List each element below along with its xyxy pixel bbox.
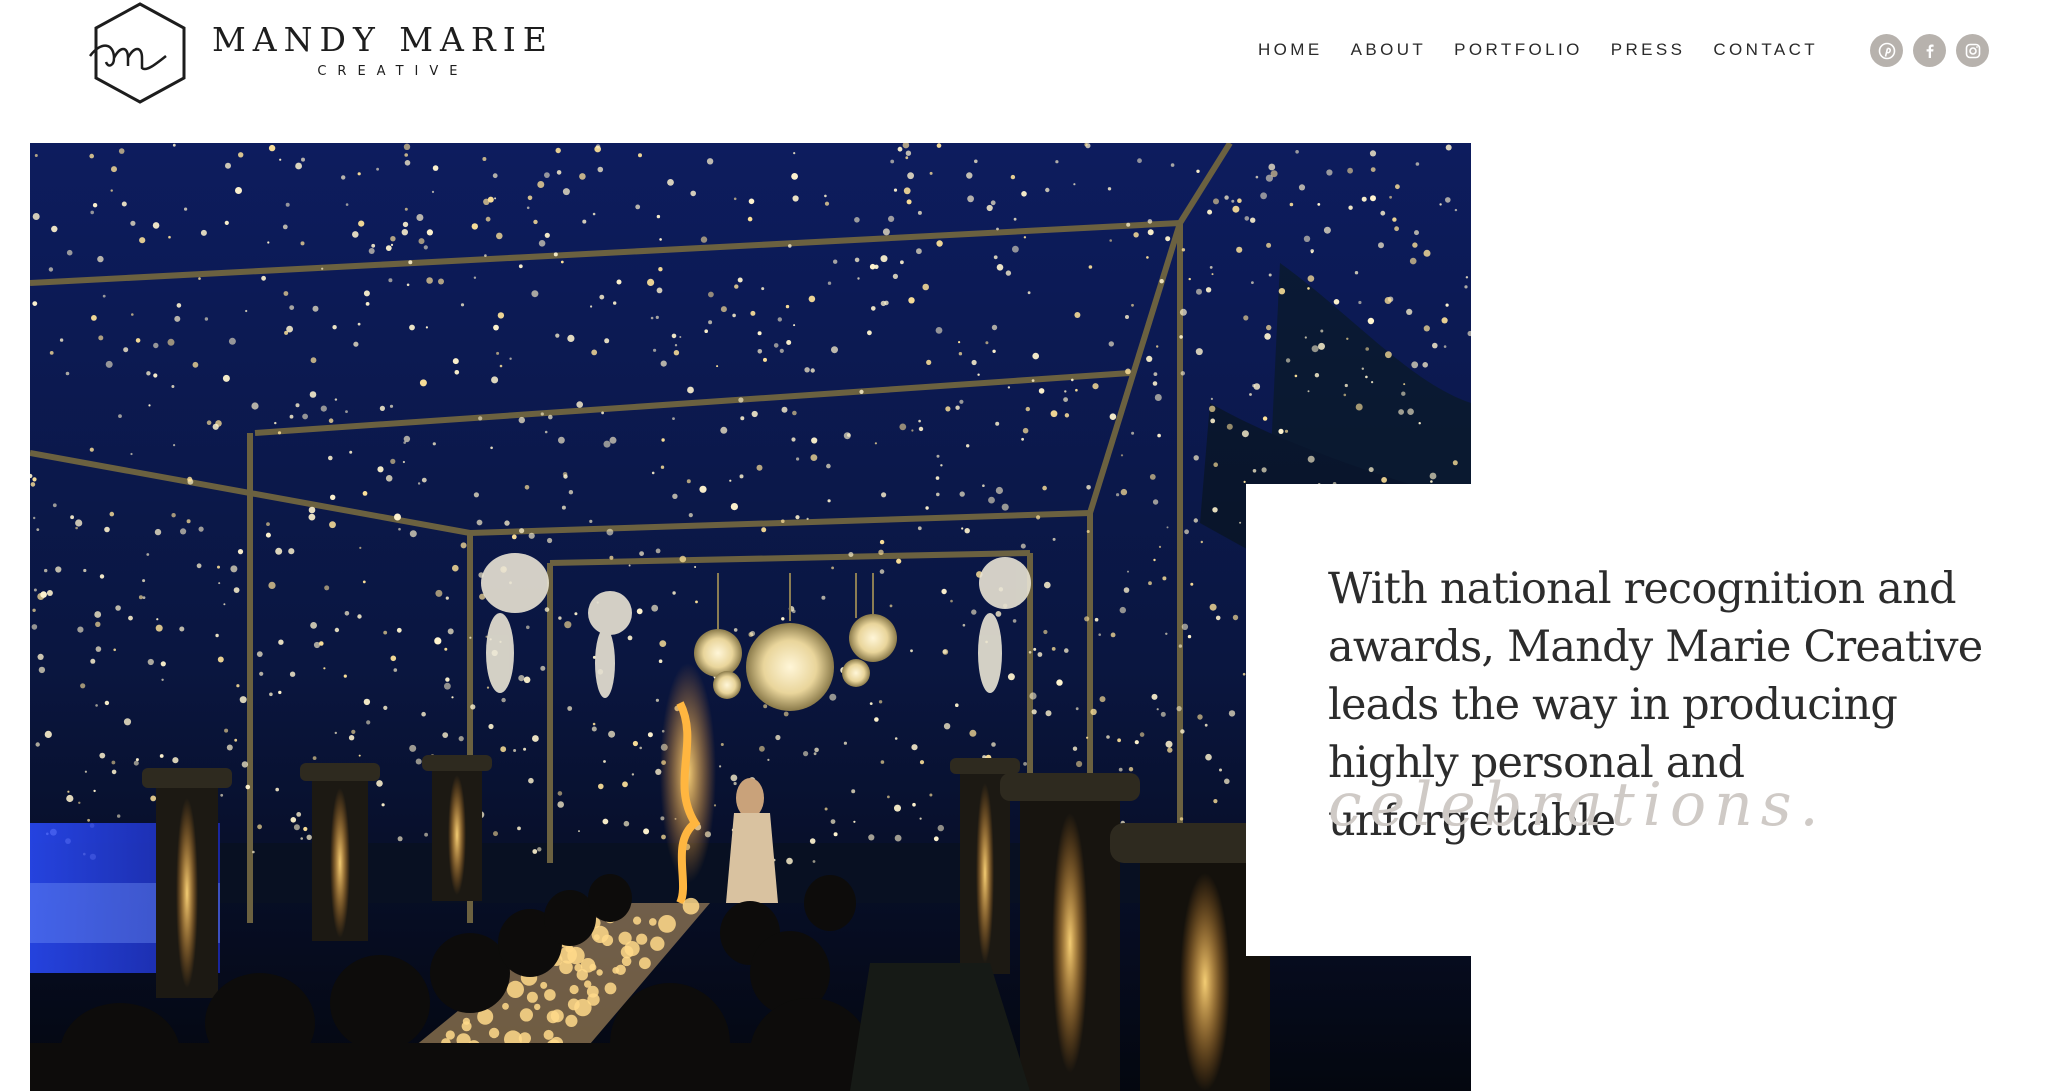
- nav-portfolio[interactable]: PORTFOLIO: [1454, 40, 1583, 60]
- facebook-icon[interactable]: [1913, 34, 1946, 67]
- nav-about[interactable]: ABOUT: [1351, 40, 1427, 60]
- instagram-icon[interactable]: [1956, 34, 1989, 67]
- nav-contact[interactable]: CONTACT: [1713, 40, 1818, 60]
- brand-name: MANDY MARIE: [212, 20, 554, 59]
- hero-script-word: celebrations.: [1328, 770, 1827, 840]
- nav-press[interactable]: PRESS: [1611, 40, 1686, 60]
- logo-hexagon-icon: [89, 2, 186, 104]
- page: MANDY MARIE CREATIVE HOME ABOUT PORTFOLI…: [0, 0, 2048, 1091]
- social-links: [1870, 34, 1989, 67]
- main-nav: HOME ABOUT PORTFOLIO PRESS CONTACT: [1258, 40, 1846, 60]
- statement-card: With national recognition and awards, Ma…: [1246, 484, 2048, 956]
- brand-logo[interactable]: MANDY MARIE CREATIVE: [84, 0, 554, 106]
- pinterest-icon[interactable]: [1870, 34, 1903, 67]
- nav-home[interactable]: HOME: [1258, 40, 1323, 60]
- brand-subtitle: CREATIVE: [317, 64, 469, 79]
